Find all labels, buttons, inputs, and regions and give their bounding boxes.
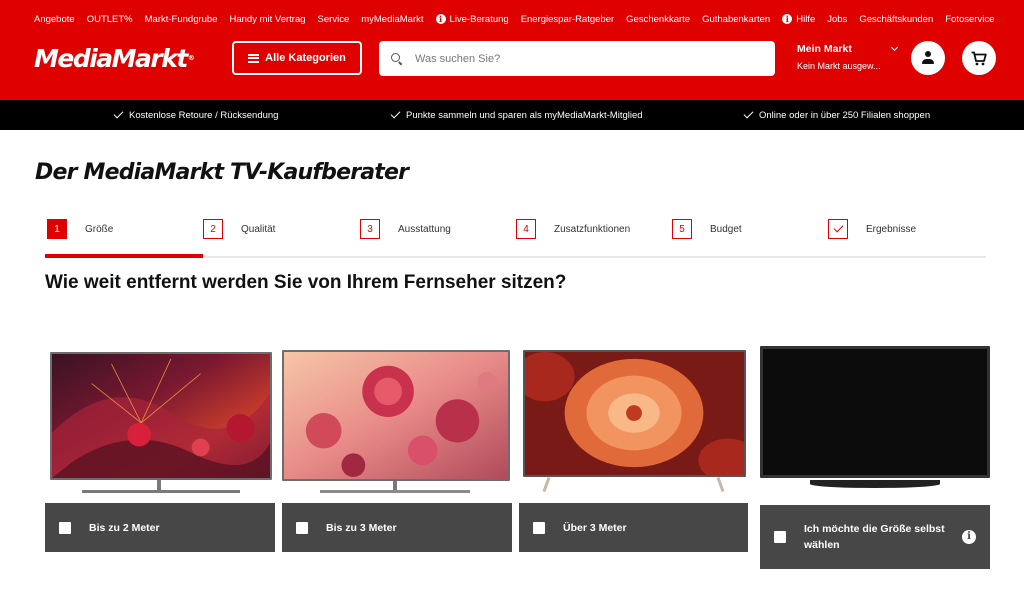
tv-screen bbox=[50, 352, 272, 480]
topnav-energiespar-ratgeber[interactable]: Energiespar-Ratgeber bbox=[521, 12, 614, 26]
menu-icon bbox=[248, 53, 260, 63]
topnav-geschaeftskunden[interactable]: Geschäftskunden bbox=[859, 12, 933, 26]
account-button[interactable] bbox=[911, 41, 945, 75]
option-checkbox[interactable] bbox=[533, 521, 545, 534]
top-navigation: Angebote OUTLET% Markt-Fundgrube Handy m… bbox=[34, 12, 1014, 26]
step-ergebnisse[interactable]: Ergebnisse bbox=[828, 219, 916, 239]
search-input[interactable] bbox=[415, 52, 745, 65]
tv-image-2m[interactable] bbox=[50, 352, 272, 494]
benefit-item: Online oder in über 250 Filialen shoppen bbox=[743, 100, 930, 130]
search-bar bbox=[379, 41, 775, 76]
benefits-bar: Kostenlose Retoure / Rücksendung Punkte … bbox=[0, 100, 1024, 130]
progress-steps: 1 Größe 2 Qualität 3 Ausstattung 4 Zusatzfun… bbox=[45, 215, 986, 258]
info-icon: i bbox=[435, 14, 446, 24]
topnav-service[interactable]: Service bbox=[318, 12, 350, 26]
topnav-handy-mit-vertrag[interactable]: Handy mit Vertrag bbox=[230, 12, 306, 26]
topnav-fotoservice[interactable]: Fotoservice bbox=[945, 12, 994, 26]
my-market-selector[interactable]: Mein Markt Kein Markt ausgew... bbox=[797, 43, 898, 71]
page-title: Der MediaMarkt TV-Kaufberater bbox=[35, 160, 409, 185]
topnav-geschenkkarte[interactable]: Geschenkkarte bbox=[626, 12, 690, 26]
active-step-indicator bbox=[45, 254, 203, 258]
step-zusatzfunktionen[interactable]: 4 Zusatzfunktionen bbox=[516, 219, 630, 239]
user-icon bbox=[921, 51, 935, 65]
topnav-guthabenkarten[interactable]: Guthabenkarten bbox=[702, 12, 770, 26]
step-ausstattung[interactable]: 3 Ausstattung bbox=[360, 219, 451, 239]
topnav-live-beratung[interactable]: i Live-Beratung bbox=[435, 12, 509, 26]
search-icon[interactable] bbox=[391, 52, 403, 65]
step-groesse[interactable]: 1 Größe bbox=[47, 219, 113, 239]
option-bis-3-meter[interactable]: Bis zu 3 Meter bbox=[282, 503, 512, 552]
option-groesse-selbst-waehlen[interactable]: Ich möchte die Größe selbst wählen i bbox=[760, 505, 990, 569]
topnav-angebote[interactable]: Angebote bbox=[34, 12, 75, 26]
check-icon bbox=[390, 108, 401, 119]
cart-button[interactable] bbox=[962, 41, 996, 75]
info-icon[interactable]: i bbox=[962, 530, 976, 544]
check-icon bbox=[743, 108, 754, 119]
check-icon bbox=[833, 222, 843, 233]
option-checkbox[interactable] bbox=[774, 531, 786, 543]
tv-image-custom-size[interactable] bbox=[760, 346, 990, 494]
topnav-jobs[interactable]: Jobs bbox=[827, 12, 847, 26]
tv-image-over-3m[interactable] bbox=[523, 350, 746, 494]
benefit-item: Punkte sammeln und sparen als myMediaMar… bbox=[390, 100, 643, 130]
cart-icon bbox=[971, 51, 987, 65]
tv-screen bbox=[523, 350, 746, 477]
tv-screen bbox=[760, 346, 990, 478]
topnav-outlet[interactable]: OUTLET% bbox=[87, 12, 133, 26]
all-categories-button[interactable]: Alle Kategorien bbox=[232, 41, 362, 75]
option-bis-2-meter[interactable]: Bis zu 2 Meter bbox=[45, 503, 275, 552]
question-heading: Wie weit entfernt werden Sie von Ihrem F… bbox=[45, 272, 567, 293]
step-budget[interactable]: 5 Budget bbox=[672, 219, 742, 239]
benefit-item: Kostenlose Retoure / Rücksendung bbox=[113, 100, 278, 130]
topnav-markt-fundgrube[interactable]: Markt-Fundgrube bbox=[145, 12, 218, 26]
tv-image-3m[interactable] bbox=[282, 350, 510, 494]
option-ueber-3-meter[interactable]: Über 3 Meter bbox=[519, 503, 748, 552]
check-icon bbox=[113, 108, 124, 119]
site-header: Angebote OUTLET% Markt-Fundgrube Handy m… bbox=[0, 0, 1024, 100]
option-checkbox[interactable] bbox=[59, 521, 71, 534]
tv-screen bbox=[282, 350, 510, 481]
option-checkbox[interactable] bbox=[296, 521, 308, 534]
chevron-down-icon bbox=[890, 43, 898, 52]
step-qualitaet[interactable]: 2 Qualität bbox=[203, 219, 275, 239]
mediamarkt-logo[interactable]: MediaMarkt ® bbox=[34, 40, 195, 76]
topnav-mymediamarkt[interactable]: myMediaMarkt bbox=[361, 12, 423, 26]
info-icon: i bbox=[782, 14, 793, 24]
topnav-hilfe[interactable]: i Hilfe bbox=[782, 12, 815, 26]
